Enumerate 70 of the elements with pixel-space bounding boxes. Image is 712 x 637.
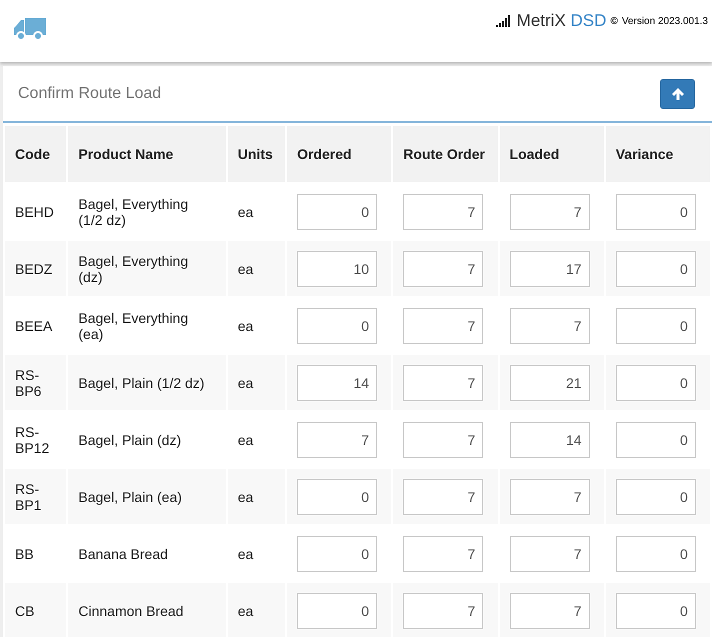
loaded-field[interactable]: 7 [510, 592, 590, 628]
ordered-field[interactable]: 0 [297, 478, 378, 514]
code-cell: CB [5, 583, 66, 637]
route-order-field[interactable]: 7 [403, 250, 484, 286]
route-order-field[interactable]: 7 [403, 422, 484, 458]
arrow-up-icon [670, 86, 684, 100]
variance-field[interactable]: 0 [616, 478, 696, 514]
code-cell-text: BEEA [14, 316, 54, 336]
variance-field[interactable]: 0 [616, 364, 696, 400]
route-order-field[interactable]: 7 [403, 592, 484, 628]
ordered-field[interactable]: 0 [297, 308, 378, 344]
units-cell: ea [228, 583, 286, 637]
loaded-field[interactable]: 7 [510, 194, 590, 230]
route-order-field[interactable]: 7 [403, 478, 484, 514]
copyright-mark: © [610, 16, 618, 26]
version-label: Version 2023.001.3 [622, 16, 708, 26]
units-cell: ea [228, 469, 286, 524]
code-cell-text: BB [14, 544, 35, 564]
ordered-field[interactable]: 14 [297, 364, 378, 400]
variance-field[interactable]: 0 [616, 536, 696, 572]
units-cell-text: ea [236, 544, 254, 564]
route-order-field[interactable]: 7 [403, 194, 484, 230]
column-header: Loaded [500, 126, 604, 182]
code-cell: RS-BP1 [5, 469, 66, 524]
variance-field[interactable]: 0 [616, 250, 696, 286]
product-name-cell-text: Bagel, Plain (dz) [77, 430, 182, 450]
route-order-field[interactable]: 7 [403, 364, 484, 400]
ordered-field[interactable]: 10 [297, 250, 378, 286]
signal-icon [496, 15, 513, 27]
loaded-field[interactable]: 21 [510, 364, 590, 400]
route-order-field[interactable]: 7 [403, 308, 484, 344]
route-order-field[interactable]: 7 [403, 536, 484, 572]
upload-button[interactable] [660, 78, 695, 108]
code-cell-text: BEHD [14, 202, 55, 222]
product-name-cell: Cinnamon Bread [68, 583, 226, 637]
code-cell: RS-BP6 [5, 355, 66, 410]
column-header: Route Order [393, 126, 498, 182]
variance-field[interactable]: 0 [616, 194, 696, 230]
units-cell-text: ea [236, 202, 254, 222]
app-logo: MetriX DSD [516, 11, 606, 31]
product-name-cell: Bagel, Everything (dz) [68, 241, 226, 296]
panel-title: Confirm Route Load [18, 84, 162, 102]
column-header: Product Name [68, 126, 226, 182]
variance-field[interactable]: 0 [616, 308, 696, 344]
ordered-field[interactable]: 0 [297, 536, 378, 572]
column-header: Variance [606, 126, 710, 182]
ordered-field[interactable]: 0 [297, 592, 378, 628]
code-cell: BEDZ [5, 241, 66, 296]
loaded-field[interactable]: 7 [510, 308, 590, 344]
units-cell: ea [228, 355, 286, 410]
code-cell-text: RS-BP12 [14, 422, 50, 458]
column-header: Code [5, 126, 66, 182]
column-header: Units [228, 126, 286, 182]
product-name-cell: Bagel, Plain (ea) [68, 469, 226, 524]
loaded-field[interactable]: 17 [510, 250, 590, 286]
product-name-cell: Bagel, Plain (1/2 dz) [68, 355, 226, 410]
loaded-field[interactable]: 14 [510, 422, 590, 458]
loaded-field[interactable]: 7 [510, 536, 590, 572]
ordered-field[interactable]: 7 [297, 422, 378, 458]
variance-field[interactable]: 0 [616, 422, 696, 458]
column-header: Ordered [287, 126, 392, 182]
product-name-cell-text: Bagel, Everything (ea) [77, 308, 190, 344]
product-name-cell-text: Banana Bread [77, 544, 169, 564]
units-cell-text: ea [236, 316, 254, 336]
loaded-field[interactable]: 7 [510, 478, 590, 514]
variance-field[interactable]: 0 [616, 592, 696, 628]
product-name-cell-text: Bagel, Everything (1/2 dz) [77, 194, 190, 230]
ordered-field[interactable]: 0 [297, 194, 378, 230]
units-cell-text: ea [236, 430, 254, 450]
units-cell: ea [228, 241, 286, 296]
